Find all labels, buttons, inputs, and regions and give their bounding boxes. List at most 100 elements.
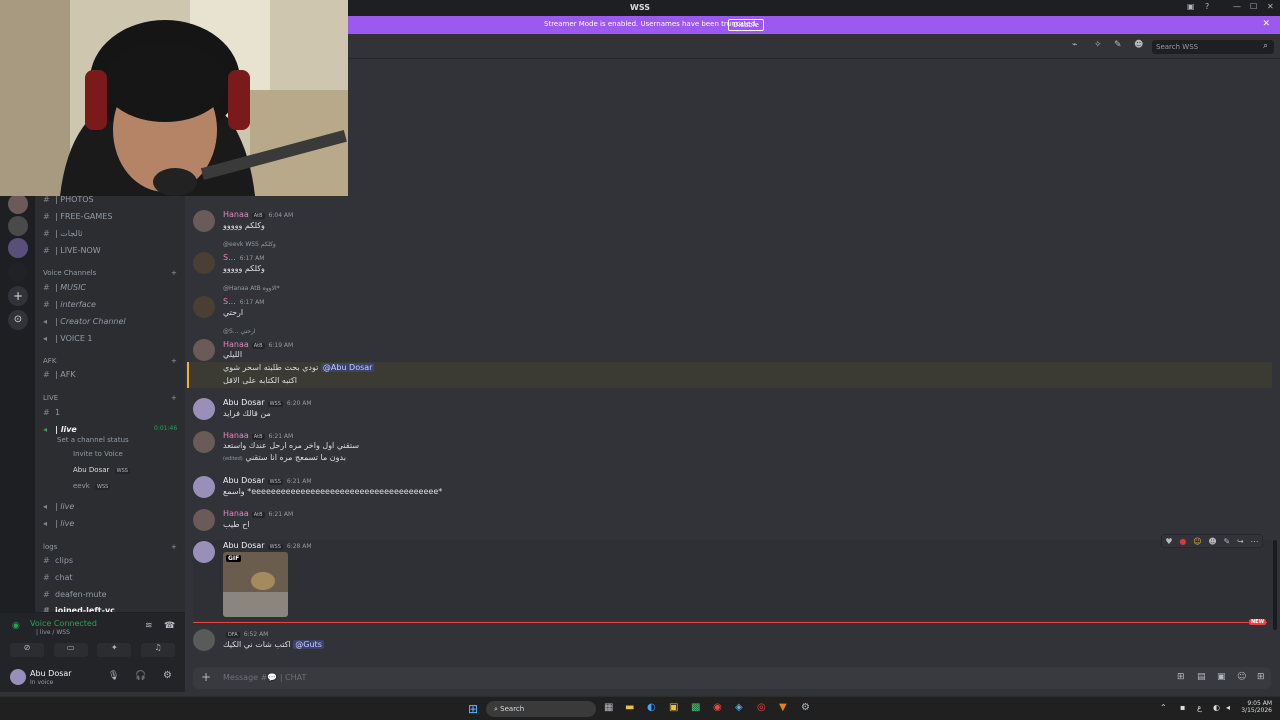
camera-off-icon[interactable]: ⊘ (10, 643, 44, 657)
gif-icon[interactable]: ▤ (1197, 672, 1206, 682)
channel-afk[interactable]: # | AFK (43, 370, 183, 385)
voice-user[interactable]: Abu Dosar WSS (73, 466, 130, 474)
add-reaction-icon[interactable]: ☻ (1208, 537, 1216, 546)
author-name[interactable]: S... (223, 297, 236, 306)
author-name[interactable]: Hanaa (223, 340, 249, 349)
sticker-icon[interactable]: ▣ (1217, 672, 1226, 682)
voice-user[interactable]: eevk WSS (73, 482, 111, 490)
screen-share-icon[interactable]: ▭ (53, 643, 88, 657)
notification-icon[interactable]: ✧ (1094, 40, 1102, 50)
minimize-button[interactable]: — (1233, 2, 1241, 11)
channel-deafen-mute[interactable]: # deafen-mute (43, 590, 183, 605)
channel-clips[interactable]: # clips (43, 556, 183, 571)
channel-live-2[interactable]: ◂ | live (43, 502, 183, 517)
avatar[interactable] (10, 669, 26, 685)
author-name[interactable]: Hanaa (223, 210, 249, 219)
emoji-icon[interactable]: ☺ (1237, 672, 1246, 682)
brave-icon[interactable]: ▼ (779, 702, 787, 713)
disable-button[interactable]: Disable (728, 19, 764, 31)
message[interactable]: Hanaa AtB 6:21 AM اح طيب (193, 508, 1273, 534)
avatar[interactable] (193, 629, 215, 651)
author-name[interactable]: Abu Dosar (223, 476, 265, 485)
add-channel-icon[interactable]: + (171, 543, 177, 551)
message[interactable]: Hanaa AtB 6:21 AM ستقني اول واخر مره ارحل … (193, 430, 1273, 466)
mention[interactable]: @Guts (293, 640, 324, 649)
forward-icon[interactable]: ↪ (1237, 537, 1244, 546)
steam-icon[interactable]: ◈ (735, 702, 743, 713)
category-logs[interactable]: logs + (43, 543, 177, 551)
channel-arabic[interactable]: # | ثالجات (43, 229, 183, 244)
language-indicator[interactable]: ع (1197, 703, 1202, 712)
maximize-button[interactable]: ☐ (1250, 2, 1257, 11)
channel-voice-1[interactable]: ◂ | VOICE 1 (43, 334, 183, 349)
add-attachment-icon[interactable]: + (201, 670, 211, 684)
task-view-icon[interactable]: ▦ (604, 702, 613, 713)
avatar[interactable] (193, 541, 215, 563)
network-icon[interactable]: ◐ (1213, 703, 1220, 712)
message[interactable]: @Hanaa AtB الاووه* S... 6:17 AM ارحتي (193, 284, 1273, 318)
message[interactable]: Abu Dosar WSS 6:20 AM من قالك فرايد (193, 397, 1273, 423)
more-icon[interactable]: ⋯ (1251, 537, 1259, 546)
edit-icon[interactable]: ✎ (1224, 537, 1231, 546)
close-button[interactable]: ✕ (1267, 2, 1274, 11)
search-icon[interactable]: ⌕ (1263, 41, 1268, 51)
message[interactable]: Hanaa AtB 6:04 AM وكلكم ووووو (193, 208, 1273, 234)
windows-start-icon[interactable]: ⊞ (468, 702, 478, 716)
tray-app-icon[interactable]: ▪ (1180, 703, 1185, 712)
volume-icon[interactable]: ◂ (1226, 703, 1230, 712)
author-name[interactable]: Abu Dosar (223, 541, 265, 550)
reaction-icon[interactable]: ● (1179, 537, 1186, 546)
channel-interface[interactable]: # | interface (43, 300, 183, 315)
disconnect-icon[interactable]: ☎ (164, 621, 175, 631)
add-channel-icon[interactable]: + (171, 269, 177, 277)
activities-icon[interactable]: ✦ (97, 643, 132, 657)
category-voice-channels[interactable]: Voice Channels + (43, 269, 177, 277)
search-input[interactable]: Search WSS (1152, 40, 1274, 54)
user-name[interactable]: Abu Dosar (30, 669, 72, 678)
apps-icon[interactable]: ⊞ (1257, 672, 1265, 682)
mention-highlight[interactable]: تودي بحث طلبته اسحر شوي @Abu Dosar اكتبه… (187, 362, 1272, 388)
message[interactable]: DFA 6:52 AM اكتب شات ني الكيك @Guts (193, 628, 1273, 654)
avatar[interactable] (193, 476, 215, 498)
avatar[interactable] (193, 398, 215, 420)
avatar[interactable] (193, 509, 215, 531)
author-name[interactable]: Hanaa (223, 509, 249, 518)
server-icon[interactable] (8, 216, 28, 236)
chrome-icon[interactable]: ◉ (713, 702, 722, 713)
microphone-icon[interactable]: 🎙 (108, 671, 119, 681)
app-icon[interactable]: ▩ (691, 702, 700, 713)
avatar[interactable] (193, 210, 215, 232)
message[interactable]: Abu Dosar WSS 6:21 AM واسمع *eeeeeeeeeeeee… (193, 475, 1273, 501)
gif-attachment[interactable]: GIF (223, 552, 288, 617)
channel-status[interactable]: Set a channel status (57, 436, 129, 444)
store-icon[interactable]: ▣ (669, 702, 678, 713)
message-input[interactable]: Message #💬 | CHAT (223, 673, 306, 682)
settings-icon[interactable]: ⚙ (163, 670, 172, 681)
category-live[interactable]: LIVE + (43, 394, 177, 402)
soundboard-icon[interactable]: ♫ (140, 643, 175, 657)
channel-photos[interactable]: # | PHOTOS (43, 195, 183, 210)
taskbar-search[interactable]: ⌕ Search (486, 701, 596, 717)
inbox-icon[interactable]: ▣ (1187, 2, 1195, 11)
noise-suppression-icon[interactable]: ≋ (145, 621, 153, 631)
avatar[interactable] (193, 339, 215, 361)
heart-reaction-icon[interactable]: ♥ (1165, 537, 1172, 546)
mention[interactable]: @Abu Dosar (320, 363, 375, 372)
help-icon[interactable]: ? (1205, 2, 1209, 11)
server-icon[interactable] (8, 262, 28, 282)
channel-chat[interactable]: # chat (43, 573, 183, 588)
server-icon[interactable] (8, 194, 28, 214)
headphones-icon[interactable]: 🎧 (135, 671, 146, 681)
add-channel-icon[interactable]: + (171, 357, 177, 365)
author-name[interactable]: S... (223, 253, 236, 262)
server-icon[interactable] (8, 238, 28, 258)
reply-preview[interactable]: @S... ارحتي (223, 328, 256, 335)
edge-icon[interactable]: ◐ (647, 702, 656, 713)
threads-icon[interactable]: ⌁ (1072, 40, 1077, 50)
add-server-icon[interactable]: + (8, 286, 28, 306)
category-afk[interactable]: AFK + (43, 357, 177, 365)
channel-creator[interactable]: ◂ | Creator Channel (43, 317, 183, 332)
channel-live-3[interactable]: ◂ | live (43, 519, 183, 534)
settings-icon[interactable]: ⚙ (801, 702, 810, 713)
channel-free-games[interactable]: # | FREE-GAMES (43, 212, 183, 227)
